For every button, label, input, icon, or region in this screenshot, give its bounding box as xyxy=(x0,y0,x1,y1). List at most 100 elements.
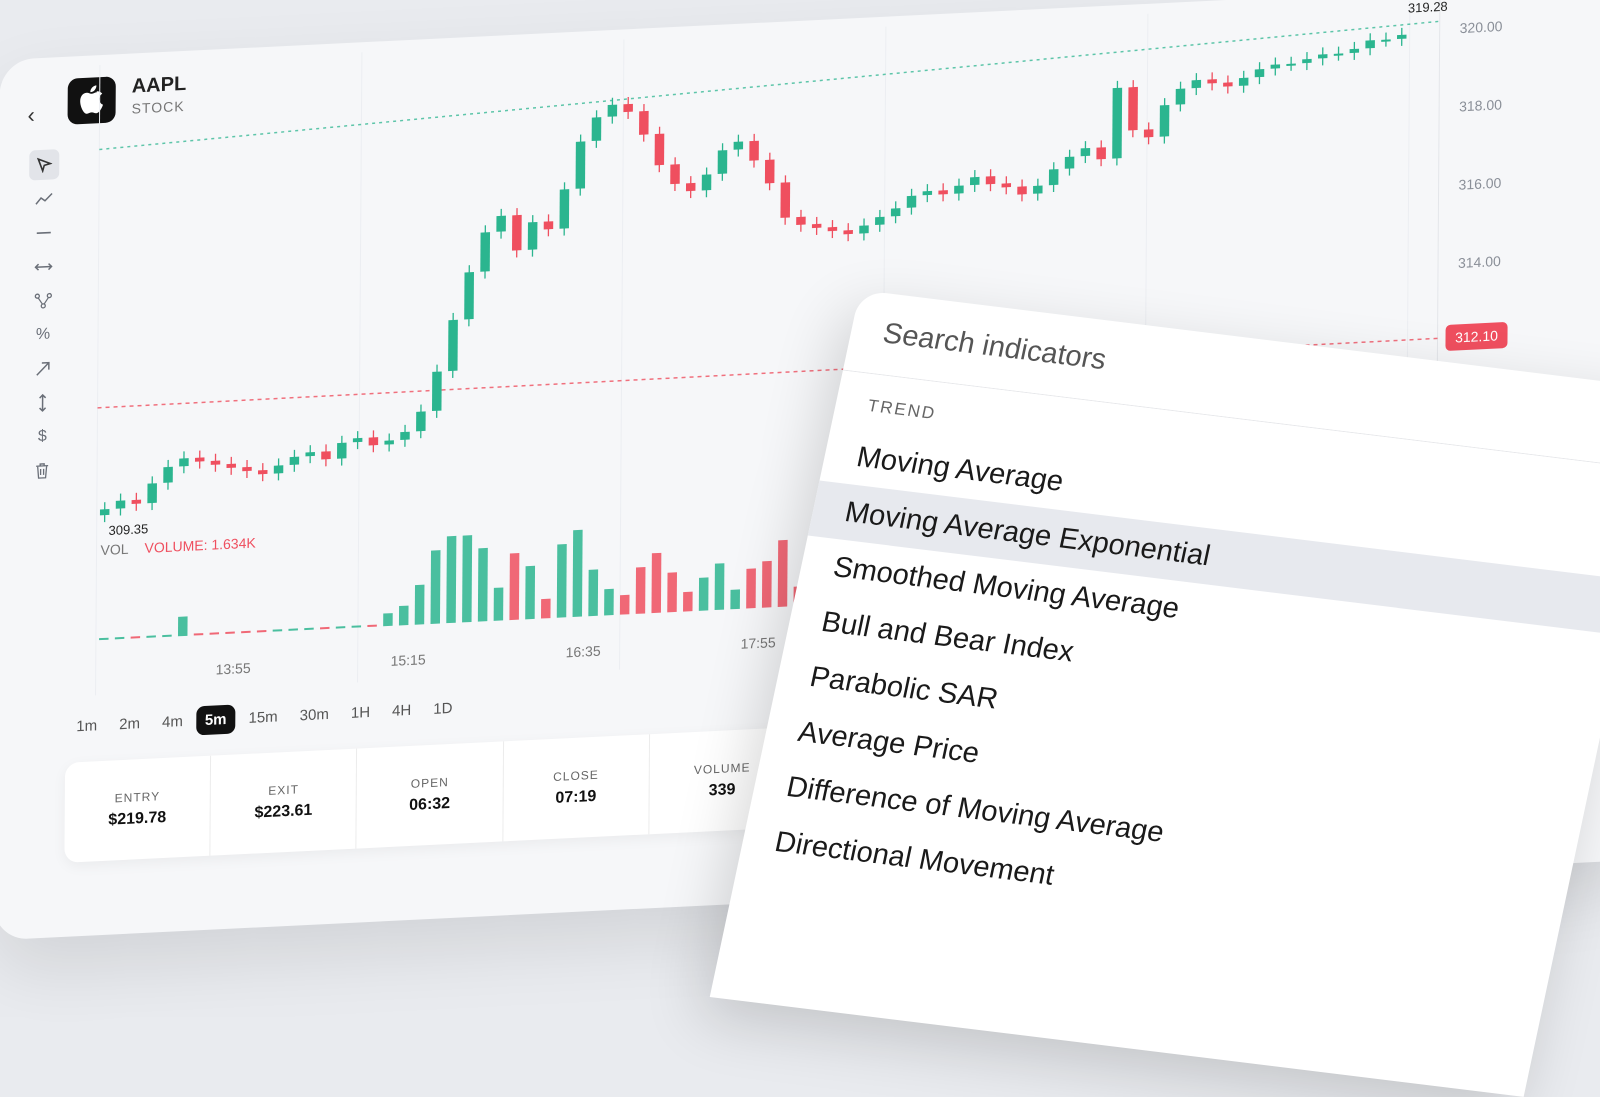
price-tick: 318.00 xyxy=(1459,96,1502,114)
candle-body xyxy=(1255,69,1265,77)
candle-body xyxy=(734,141,744,149)
timeframe-button-2m[interactable]: 2m xyxy=(110,709,149,740)
volume-bar xyxy=(636,567,646,614)
candle-body xyxy=(512,215,522,251)
volume-bar xyxy=(620,595,630,615)
drawing-toolbar: % $ xyxy=(27,149,63,491)
stat-open: OPEN 06:32 xyxy=(357,741,504,848)
candle-body xyxy=(163,467,173,483)
candle-body xyxy=(986,176,996,184)
range-icon[interactable] xyxy=(28,251,58,282)
indicator-list: Moving Average Moving Average Exponentia… xyxy=(738,426,1600,966)
volume-bar xyxy=(415,585,425,625)
back-chevron-icon[interactable]: ‹ xyxy=(28,102,36,128)
candle-body xyxy=(1381,39,1390,41)
candle-body xyxy=(970,177,980,185)
candle-body xyxy=(875,217,885,225)
current-price-label: 312.10 xyxy=(1455,327,1498,345)
volume-bar xyxy=(683,592,693,612)
trade-stats: ENTRY $219.78 EXIT $223.61 OPEN 06:32 CL… xyxy=(64,727,795,863)
candle-body xyxy=(1318,54,1327,58)
candle-body xyxy=(544,221,554,229)
stat-exit: EXIT $223.61 xyxy=(211,749,358,856)
horizontal-line-icon[interactable] xyxy=(29,217,59,248)
candle-body xyxy=(1350,49,1359,53)
time-tick: 16:35 xyxy=(566,643,601,661)
timeframe-selector: 1m2m4m5m15m30m1H4H1D xyxy=(67,693,461,741)
volume-bar xyxy=(336,626,345,628)
candle-body xyxy=(480,232,490,272)
price-tick: 314.00 xyxy=(1458,253,1501,271)
candle-body xyxy=(258,470,267,474)
timeframe-button-1d[interactable]: 1D xyxy=(424,693,461,724)
candle-body xyxy=(448,320,458,371)
timeframe-button-4h[interactable]: 4H xyxy=(383,695,420,726)
volume-bar xyxy=(746,568,756,608)
volume-bar xyxy=(162,635,171,637)
candle-body xyxy=(1096,147,1106,159)
stat-entry: ENTRY $219.78 xyxy=(64,756,211,863)
candle-body xyxy=(1239,78,1249,86)
indicator-search-panel: TREND Moving Average Moving Average Expo… xyxy=(710,290,1600,1097)
section-heading-trend: TREND xyxy=(866,396,938,424)
candle-body xyxy=(132,500,141,504)
percent-icon[interactable]: % xyxy=(28,319,58,350)
candle-body xyxy=(369,437,379,445)
volume-bar xyxy=(573,530,583,617)
trend-line-icon[interactable] xyxy=(29,183,59,214)
timeframe-button-5m[interactable]: 5m xyxy=(196,704,236,735)
candle-body xyxy=(1144,129,1154,137)
candle-body xyxy=(749,141,759,161)
volume-bar xyxy=(651,553,661,613)
timeframe-button-15m[interactable]: 15m xyxy=(239,702,286,733)
volume-bar xyxy=(667,572,677,612)
cursor-icon[interactable] xyxy=(29,149,59,180)
candle-body xyxy=(528,222,538,250)
timeframe-button-1h[interactable]: 1H xyxy=(342,697,379,728)
vertical-range-icon[interactable] xyxy=(27,387,57,418)
candle-body xyxy=(1160,105,1170,137)
candle-body xyxy=(1223,82,1232,86)
candle-body xyxy=(290,457,300,465)
dollar-icon[interactable]: $ xyxy=(27,421,57,452)
timeframe-button-30m[interactable]: 30m xyxy=(291,699,338,730)
stat-value: $223.61 xyxy=(254,802,312,823)
candle-body xyxy=(1334,53,1343,55)
candle-body xyxy=(655,134,665,166)
candle-body xyxy=(576,141,586,188)
timeframe-button-1m[interactable]: 1m xyxy=(67,711,106,742)
volume-label: VOL xyxy=(100,541,128,558)
timeframe-button-4m[interactable]: 4m xyxy=(153,707,192,738)
volume-bar xyxy=(178,616,188,636)
candle-body xyxy=(353,438,362,442)
volume-bar xyxy=(210,632,219,634)
candle-body xyxy=(796,217,806,225)
time-tick: 13:55 xyxy=(216,660,251,678)
candle-body xyxy=(226,464,235,468)
candle-body xyxy=(592,117,602,141)
candle-body xyxy=(116,500,126,508)
candle-body xyxy=(1065,157,1075,169)
candle-body xyxy=(1302,59,1311,63)
volume-bar xyxy=(146,635,155,637)
price-tick: 316.00 xyxy=(1459,175,1502,193)
volume-bar xyxy=(462,535,472,622)
arrow-icon[interactable] xyxy=(28,353,58,384)
volume-bar xyxy=(304,628,313,630)
candle-body xyxy=(179,458,189,466)
volume-bar xyxy=(99,638,108,640)
volume-bar xyxy=(557,544,567,618)
trash-icon[interactable] xyxy=(27,455,57,486)
candle-body xyxy=(400,432,410,440)
candle-body xyxy=(1397,35,1406,39)
volume-bar xyxy=(115,637,124,639)
volume-bar xyxy=(494,587,504,620)
stat-close: CLOSE 07:19 xyxy=(503,734,650,841)
candle-body xyxy=(147,483,157,503)
volume-bar xyxy=(715,563,725,610)
volume-bar xyxy=(367,625,376,627)
pattern-icon[interactable] xyxy=(28,285,58,316)
candle-body xyxy=(891,208,901,216)
candle-body xyxy=(464,272,474,319)
stat-label: ENTRY xyxy=(115,789,161,805)
